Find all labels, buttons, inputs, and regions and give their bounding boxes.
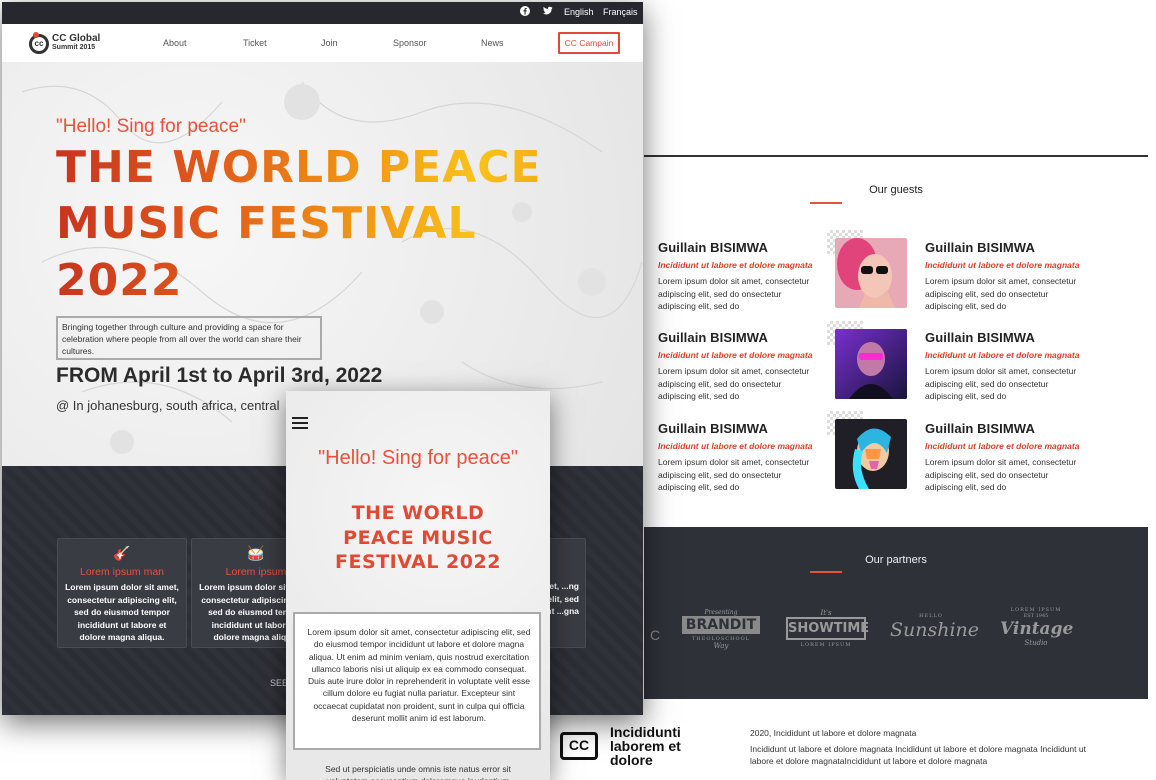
guest-name: Guillain BISIMWA bbox=[925, 240, 1035, 255]
lang-english-link[interactable]: English bbox=[564, 7, 594, 17]
hero-quote: "Hello! Sing for peace" bbox=[56, 116, 246, 137]
nav-about[interactable]: About bbox=[163, 38, 187, 48]
partner-sub: Studio bbox=[1024, 639, 1048, 647]
mobile-text-box: Lorem ipsum dolor sit amet, consectetur … bbox=[293, 612, 541, 750]
lang-french-link[interactable]: Français bbox=[603, 7, 638, 17]
guest-name: Guillain BISIMWA bbox=[658, 240, 768, 255]
mobile-title-line: THE WORLD bbox=[351, 502, 485, 524]
partner-name: Sunshine bbox=[890, 619, 980, 641]
feature-title: Lorem ipsum man bbox=[79, 566, 165, 578]
partner-name: BRANDIT bbox=[682, 616, 760, 634]
guest-avatar bbox=[835, 419, 907, 489]
guest-subtitle: Incididunt ut labore et dolore magnata bbox=[925, 260, 1080, 270]
mobile-mockup: "Hello! Sing for peace" THE WORLD PEACE … bbox=[286, 391, 550, 780]
mobile-hero-quote: "Hello! Sing for peace" bbox=[318, 447, 518, 469]
partner-logo-vintage[interactable]: LOREM IPSUM EST 1945 Vintage Studio bbox=[1000, 607, 1074, 647]
guest-name: Guillain BISIMWA bbox=[925, 330, 1035, 345]
guest-card: Guillain BISIMWA Incididunt ut labore et… bbox=[925, 421, 1085, 494]
guest-avatar bbox=[835, 329, 907, 399]
feature-text: Lorem ipsum dolor sit amet, consectetur … bbox=[65, 582, 179, 642]
guest-photo[interactable] bbox=[827, 411, 907, 489]
guest-subtitle: Incididunt ut labore et dolore magnata bbox=[658, 441, 813, 451]
partner-name: SHOWTIME bbox=[786, 617, 869, 640]
partner-tagline: It's bbox=[820, 609, 832, 617]
hero-title-line: MUSIC FESTIVAL bbox=[56, 196, 576, 252]
footer-copyright: 2020, Incididunt ut labore et dolore mag… bbox=[750, 728, 917, 738]
mobile-title-line: FESTIVAL 2022 bbox=[335, 551, 501, 573]
partners-section: Our partners C Presenting BRANDIT THEOLO… bbox=[644, 527, 1148, 699]
guests-title: Our guests bbox=[869, 184, 923, 196]
guest-text: Lorem ipsum dolor sit amet, consectetur … bbox=[658, 457, 810, 492]
mobile-hero-title: THE WORLD PEACE MUSIC FESTIVAL 2022 bbox=[286, 501, 550, 575]
guest-subtitle: Incididunt ut labore et dolore magnata bbox=[658, 260, 813, 270]
twitter-icon[interactable] bbox=[542, 6, 553, 18]
guest-card: Guillain BISIMWA Incididunt ut labore et… bbox=[658, 421, 818, 494]
mobile-paragraph: Sed ut perspiciatis unde omnis iste natu… bbox=[325, 764, 511, 780]
logo-subtitle: Summit 2015 bbox=[52, 44, 96, 51]
guest-subtitle: Incididunt ut labore et dolore magnata bbox=[925, 350, 1080, 360]
nav-ticket[interactable]: Ticket bbox=[243, 38, 267, 48]
hero-title-line: THE WORLD PEACE bbox=[56, 140, 576, 196]
feature-card[interactable]: 🎸 Lorem ipsum man Lorem ipsum dolor sit … bbox=[57, 538, 187, 648]
partner-logo-brandit[interactable]: Presenting BRANDIT THEOLOSCHOOL Way bbox=[682, 609, 760, 650]
footer: 2020, Incididunt ut labore et dolore mag… bbox=[644, 699, 1148, 780]
guest-subtitle: Incididunt ut labore et dolore magnata bbox=[925, 441, 1080, 451]
top-bar: English Français bbox=[2, 2, 643, 24]
hero-location: @ In johanesburg, south africa, central bbox=[56, 398, 280, 413]
footer-text: Incididunt ut labore et dolore magnata I… bbox=[750, 744, 1086, 766]
guests-title-underline bbox=[810, 202, 842, 204]
guest-card: Guillain BISIMWA Incididunt ut labore et… bbox=[925, 330, 1085, 403]
partner-tag: Way bbox=[713, 642, 729, 650]
hero-description: Bringing together through culture and pr… bbox=[56, 316, 322, 360]
guest-text: Lorem ipsum dolor sit amet, consectetur … bbox=[658, 366, 810, 401]
guest-text: Lorem ipsum dolor sit amet, consectetur … bbox=[658, 276, 810, 311]
facebook-icon[interactable] bbox=[520, 6, 530, 18]
logo-title: CC Global bbox=[52, 33, 101, 44]
guest-card: Guillain BISIMWA Incididunt ut labore et… bbox=[925, 240, 1085, 313]
guest-text: Lorem ipsum dolor sit amet, consectetur … bbox=[925, 366, 1077, 401]
nav-sponsor[interactable]: Sponsor bbox=[393, 38, 427, 48]
mobile-box-text: Lorem ipsum dolor sit amet, consectetur … bbox=[307, 627, 531, 724]
footer-brand[interactable]: CC Incididunti laborem et dolore bbox=[560, 722, 710, 772]
guest-subtitle: Incididunt ut labore et dolore magnata bbox=[658, 350, 813, 360]
logo-dot bbox=[33, 32, 39, 38]
guest-avatar bbox=[835, 238, 907, 308]
partner-name: Vintage bbox=[1000, 619, 1074, 639]
partner-sub: LOREM IPSUM bbox=[800, 642, 852, 648]
guest-card: Guillain BISIMWA Incididunt ut labore et… bbox=[658, 330, 818, 403]
stage: Our guests Guillain BISIMWA Incididunt u… bbox=[0, 0, 1156, 780]
nav-news[interactable]: News bbox=[481, 38, 504, 48]
partner-logo-showtime[interactable]: It's SHOWTIME LOREM IPSUM bbox=[786, 609, 869, 648]
hero-title-line: 2022 bbox=[56, 253, 576, 309]
guest-photo[interactable] bbox=[827, 230, 907, 308]
partner-logo-sunshine[interactable]: HELLO Sunshine bbox=[890, 613, 980, 641]
cc-logo-icon: CC bbox=[560, 732, 598, 760]
guest-card: Guillain BISIMWA Incididunt ut labore et… bbox=[658, 240, 818, 313]
hamburger-menu-icon[interactable] bbox=[292, 417, 308, 431]
footer-brand-text: Incididunti laborem et dolore bbox=[610, 724, 681, 768]
partner-logo-clipped: C bbox=[650, 627, 661, 643]
hero-date: FROM April 1st to April 3rd, 2022 bbox=[56, 364, 383, 387]
site-logo[interactable]: cc CC Global Summit 2015 bbox=[29, 32, 119, 58]
guests-page: Our guests Guillain BISIMWA Incididunt u… bbox=[644, 155, 1148, 780]
guest-name: Guillain BISIMWA bbox=[925, 421, 1035, 436]
guest-name: Guillain BISIMWA bbox=[658, 330, 768, 345]
guest-name: Guillain BISIMWA bbox=[658, 421, 768, 436]
logo-mark-icon: cc bbox=[29, 34, 49, 54]
guest-text: Lorem ipsum dolor sit amet, consectetur … bbox=[925, 457, 1077, 492]
guitar-icon: 🎸 bbox=[113, 545, 131, 561]
guest-text: Lorem ipsum dolor sit amet, consectetur … bbox=[925, 276, 1077, 311]
guest-photo[interactable] bbox=[827, 321, 907, 399]
mobile-title-line: PEACE MUSIC bbox=[343, 526, 493, 549]
nav-join[interactable]: Join bbox=[321, 38, 338, 48]
partner-tagline: Presenting bbox=[704, 609, 738, 616]
navbar: cc CC Global Summit 2015 About Ticket Jo… bbox=[2, 24, 643, 62]
partners-title: Our partners bbox=[865, 554, 927, 566]
cc-campain-button[interactable]: CC Campain bbox=[558, 32, 620, 54]
partners-title-underline bbox=[810, 571, 842, 573]
